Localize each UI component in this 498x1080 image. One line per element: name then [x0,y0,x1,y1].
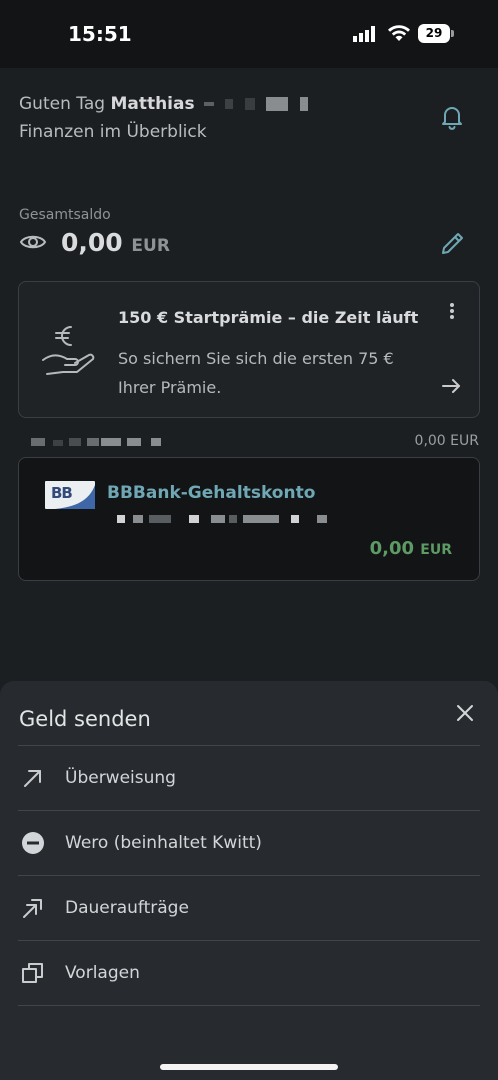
user-name: Matthias [110,94,195,114]
status-time: 15:51 [68,22,132,46]
wifi-icon [388,25,410,41]
pencil-icon[interactable] [440,230,466,256]
arrow-right-icon[interactable] [441,378,461,394]
sheet-title: Geld senden [19,707,151,731]
battery-icon: 29 [418,24,454,43]
wero-icon [22,832,44,854]
promo-title: 150 € Startprämie – die Zeit läuft [118,308,419,327]
send-money-sheet: Geld senden Überweisung Wero (beinhaltet… [0,681,498,1080]
bbbank-logo: BB [45,481,95,509]
menu-item-wero[interactable]: Wero (beinhaltet Kwitt) [0,811,498,875]
arrow-up-right-icon [24,770,41,787]
account-balance: 0,00 EUR [370,538,452,559]
balance-label: Gesamtsaldo [19,207,111,223]
promo-card[interactable]: 150 € Startprämie – die Zeit läuft So si… [18,281,480,418]
double-arrow-icon [23,899,42,918]
page-subtitle: Finanzen im Überblick [19,122,207,142]
status-bar: 15:51 29 [0,0,498,68]
menu-item-vorlagen[interactable]: Vorlagen [0,941,498,1005]
greeting-prefix: Guten Tag [19,94,106,114]
total-balance-amount: 0,00 [61,228,123,257]
divider [18,1005,480,1006]
greeting: Guten Tag Matthias [19,94,308,114]
group-total: 0,00 EUR [414,433,479,449]
more-options-icon[interactable] [449,302,455,320]
account-balance-currency: EUR [420,542,452,558]
menu-item-label: Vorlagen [65,963,140,983]
group-header-redacted [31,438,161,446]
battery-level: 29 [418,24,450,43]
euro-hand-icon [42,326,95,375]
menu-item-label: Daueraufträge [65,898,189,918]
iban-redacted [117,515,327,523]
menu-item-label: Überweisung [65,768,176,788]
copy-icon [22,963,43,983]
account-card[interactable]: BB BBBank-Gehaltskonto 0,00 EUR [18,457,480,581]
signal-icon [353,26,375,42]
bell-icon[interactable] [440,104,464,130]
home-indicator[interactable] [160,1064,338,1070]
menu-item-ueberweisung[interactable]: Überweisung [0,746,498,810]
account-name: BBBank-Gehaltskonto [107,483,316,503]
account-balance-amount: 0,00 [369,538,414,559]
eye-icon[interactable] [19,232,47,252]
total-balance-currency: EUR [131,236,170,256]
menu-item-dauerauftraege[interactable]: Daueraufträge [0,876,498,940]
menu-item-label: Wero (beinhaltet Kwitt) [65,833,262,853]
promo-text: So sichern Sie sich die ersten 75 € Ihre… [118,349,394,397]
close-icon[interactable] [455,703,475,723]
total-balance: 0,00 EUR [61,228,170,257]
